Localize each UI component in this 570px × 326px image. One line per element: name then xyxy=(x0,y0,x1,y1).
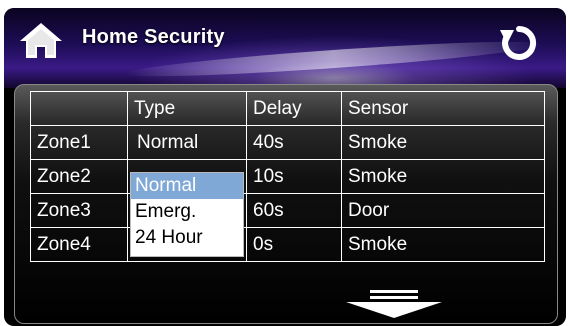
zone-cell: Zone1 xyxy=(30,125,128,160)
refresh-icon[interactable] xyxy=(498,22,540,64)
sensor-cell[interactable]: Door xyxy=(341,193,545,228)
dropdown-option-emerg[interactable]: Emerg. xyxy=(131,199,243,225)
delay-cell[interactable]: 60s xyxy=(246,193,342,228)
table-row: Zone3 60s Door xyxy=(30,193,545,228)
top-caption xyxy=(0,0,570,8)
header-sensor: Sensor xyxy=(341,91,545,126)
header-type: Type xyxy=(127,91,247,126)
arrow-down-icon[interactable] xyxy=(346,290,442,318)
table-row: Zone1 Normal 40s Smoke xyxy=(30,125,545,160)
zone-table: Type Delay Sensor Zone1 Normal 40s Smoke… xyxy=(30,91,545,262)
delay-cell[interactable]: 40s xyxy=(246,125,342,160)
table-row: Zone4 Normal 0s Smoke xyxy=(30,227,545,262)
type-cell[interactable]: Normal xyxy=(127,125,247,160)
sensor-cell[interactable]: Smoke xyxy=(341,227,545,262)
table-header-row: Type Delay Sensor xyxy=(30,91,545,126)
sensor-cell[interactable]: Smoke xyxy=(341,159,545,194)
header-zone xyxy=(30,91,128,126)
dropdown-option-normal[interactable]: Normal xyxy=(131,173,243,199)
zone-cell: Zone2 xyxy=(30,159,128,194)
dropdown-option-24-hour[interactable]: 24 Hour xyxy=(131,225,243,251)
sensor-cell[interactable]: Smoke xyxy=(341,125,545,160)
header-bar: Home Security xyxy=(4,8,566,88)
zone-cell: Zone4 xyxy=(30,227,128,262)
header-delay: Delay xyxy=(246,91,342,126)
type-dropdown[interactable]: Normal Emerg. 24 Hour xyxy=(130,172,244,257)
delay-cell[interactable]: 10s xyxy=(246,159,342,194)
page-title: Home Security xyxy=(82,26,225,48)
zone-cell: Zone3 xyxy=(30,193,128,228)
table-row: Zone2 10s Smoke xyxy=(30,159,545,194)
delay-cell[interactable]: 0s xyxy=(246,227,342,262)
home-icon[interactable] xyxy=(18,20,64,60)
